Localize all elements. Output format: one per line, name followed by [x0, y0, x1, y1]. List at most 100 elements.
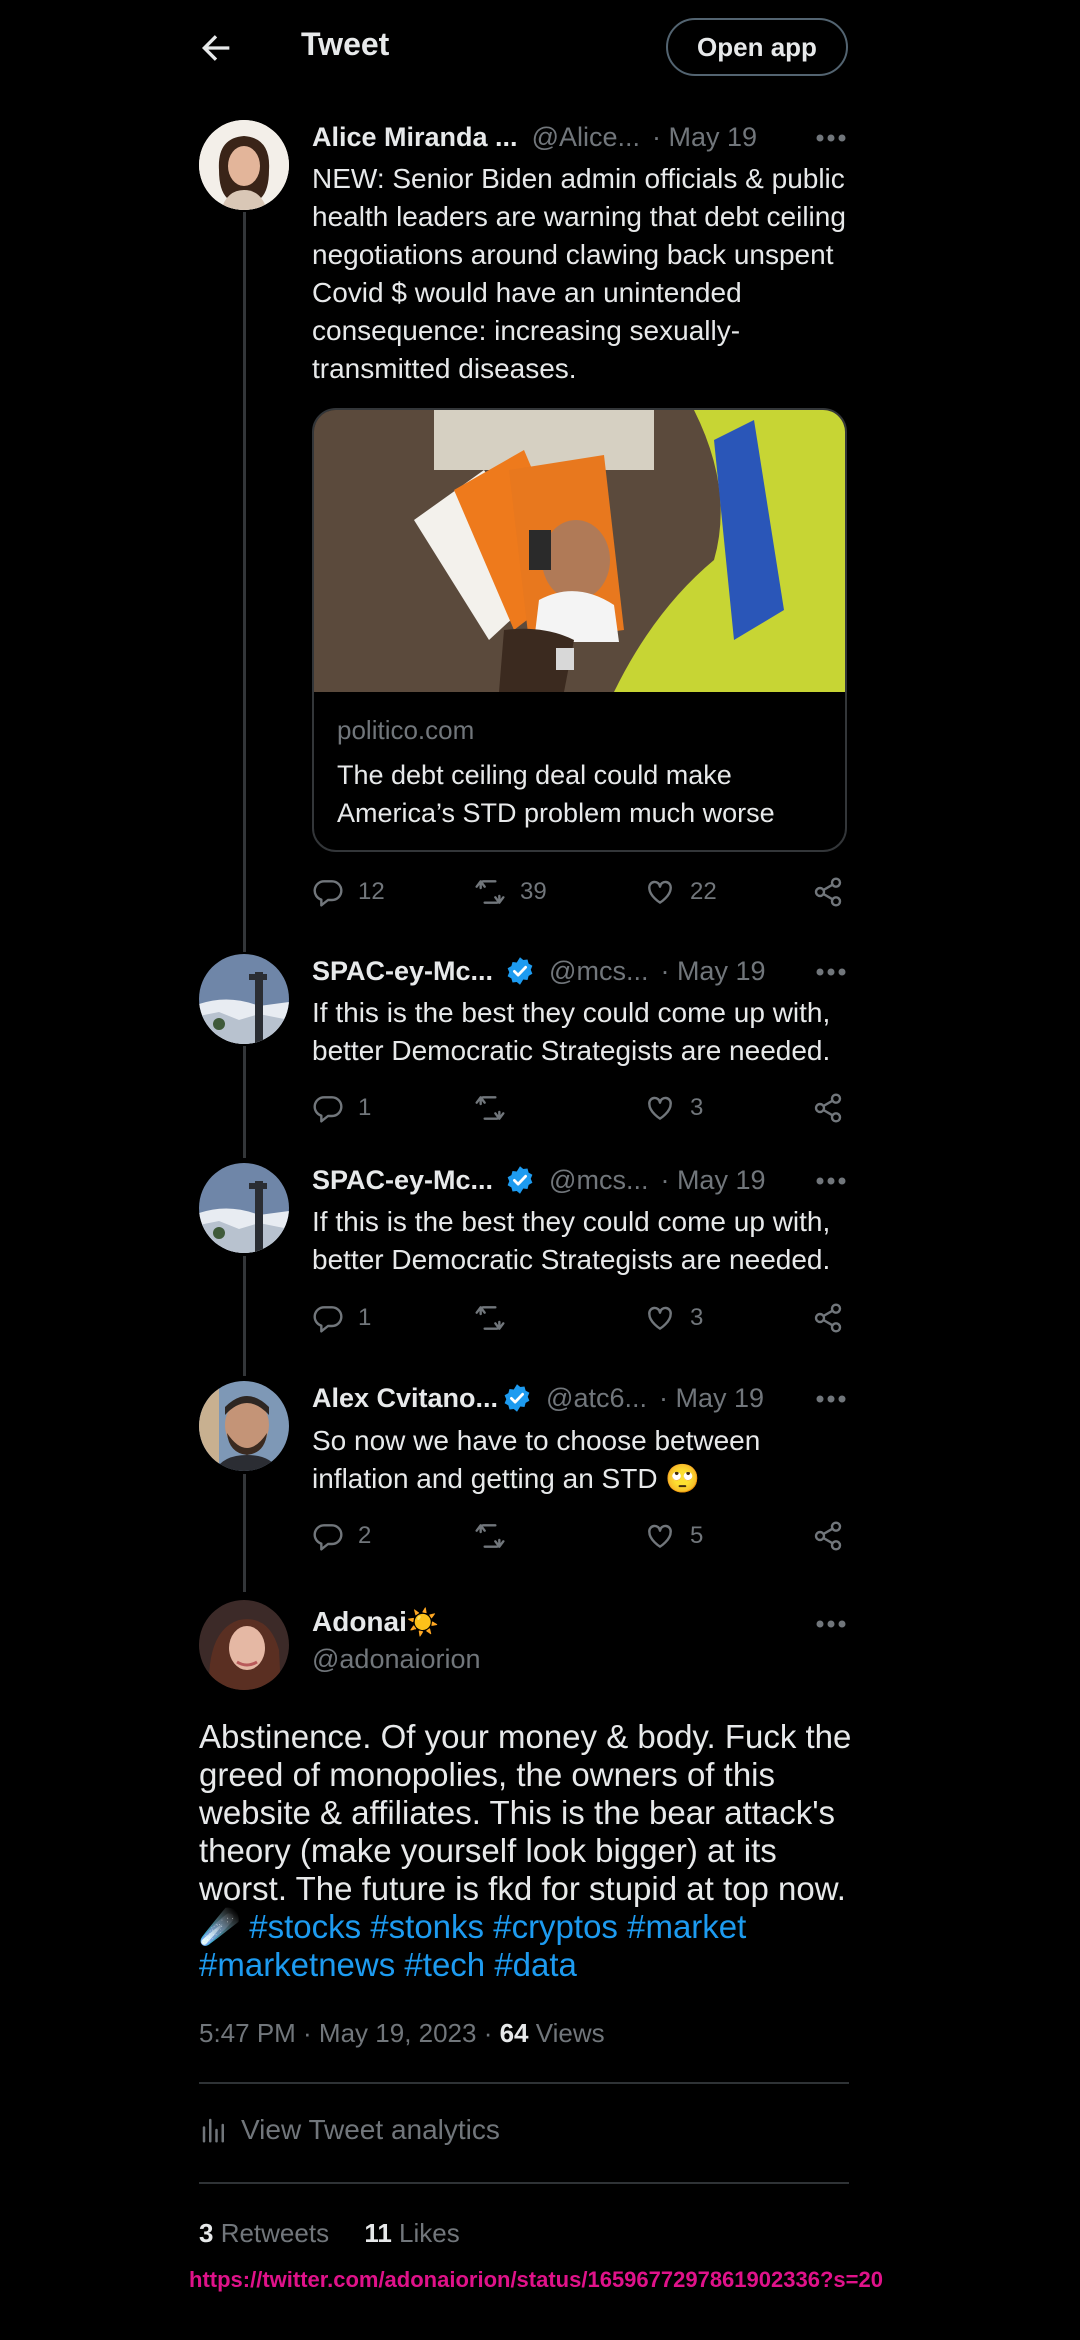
reply-count: 1 [358, 1304, 372, 1331]
reply-button[interactable]: 1 [312, 1092, 371, 1124]
retweet-button[interactable] [474, 1520, 520, 1552]
like-button[interactable]: 5 [644, 1520, 703, 1552]
avatar[interactable] [199, 1600, 289, 1690]
author-name[interactable]: SPAC-ey-Mc... [312, 1165, 493, 1196]
views-label: Views [528, 2018, 605, 2048]
avatar[interactable] [199, 954, 289, 1044]
retweet-button[interactable]: 39 [474, 876, 547, 908]
reply-count: 1 [358, 1094, 372, 1121]
author-handle[interactable]: @adonaiorion [312, 1644, 481, 1675]
source-url[interactable]: https://twitter.com/adonaiorion/status/1… [189, 2266, 909, 2294]
share-button[interactable] [812, 1092, 858, 1124]
like-button[interactable]: 3 [644, 1092, 703, 1124]
author-name[interactable]: Alex Cvitano... [312, 1383, 498, 1414]
reply-count: 2 [358, 1522, 372, 1549]
heart-icon [648, 1524, 672, 1548]
reply-button[interactable]: 1 [312, 1302, 371, 1334]
avatar[interactable] [199, 1163, 289, 1253]
view-analytics-link[interactable]: View Tweet analytics [199, 2114, 500, 2146]
avatar[interactable] [199, 120, 289, 210]
retweets-stat[interactable]: 3 Retweets [199, 2218, 329, 2248]
tweet-header: Alice Miranda ... @Alice... · May 19 [312, 119, 757, 155]
thread-line [243, 1256, 246, 1376]
like-count: 3 [690, 1094, 704, 1121]
tweet-date[interactable]: · May 19 [660, 1165, 765, 1196]
likes-label: Likes [391, 2218, 460, 2248]
author-handle[interactable]: @mcs... [549, 1165, 648, 1196]
tweet-actions: 12 39 22 [312, 876, 852, 912]
like-count: 22 [690, 878, 717, 905]
likes-stat[interactable]: 11 Likes [364, 2218, 459, 2248]
tweet-actions: 1 3 [312, 1092, 852, 1128]
author-name-text: Adonai [312, 1606, 407, 1637]
author-name[interactable]: Alice Miranda ... [312, 122, 518, 153]
tweet-actions: 1 3 [312, 1302, 852, 1338]
more-icon[interactable] [815, 133, 847, 143]
like-button[interactable]: 22 [644, 876, 717, 908]
more-icon[interactable] [815, 1619, 847, 1629]
article-image [314, 410, 845, 692]
retweet-icon [475, 1524, 505, 1548]
divider [199, 2182, 849, 2184]
share-icon [814, 877, 842, 907]
like-count: 5 [690, 1522, 704, 1549]
avatar[interactable] [199, 1381, 289, 1471]
tweet-actions: 2 5 [312, 1520, 852, 1556]
more-icon[interactable] [815, 1394, 847, 1404]
tweet-text: If this is the best they could come up w… [312, 1206, 831, 1275]
more-icon[interactable] [815, 1176, 847, 1186]
link-card[interactable]: politico.com The debt ceiling deal could… [312, 408, 847, 852]
tweet-timestamp[interactable]: 5:47 PM · May 19, 2023 · [199, 2018, 500, 2048]
retweet-icon [475, 1306, 505, 1330]
verified-badge-icon [507, 957, 533, 985]
reply-icon [313, 1524, 343, 1551]
tweet-date[interactable]: · May 19 [652, 122, 757, 153]
thread-line [243, 1474, 246, 1592]
retweet-button[interactable] [474, 1092, 520, 1124]
verified-badge-icon [504, 1384, 530, 1412]
share-icon [814, 1521, 842, 1551]
share-button[interactable] [812, 876, 858, 908]
like-button[interactable]: 3 [644, 1302, 703, 1334]
back-button[interactable] [196, 28, 236, 68]
retweet-icon [475, 880, 505, 904]
tweet-header: SPAC-ey-Mc... @mcs... · May 19 [312, 953, 766, 989]
author-handle[interactable]: @Alice... [532, 122, 640, 153]
tweet-meta: 5:47 PM · May 19, 2023 · 64 Views [199, 2018, 605, 2049]
hashtag-link[interactable]: #tech [404, 1946, 485, 1983]
reply-button[interactable]: 2 [312, 1520, 371, 1552]
hashtag-link[interactable]: #cryptos [493, 1908, 618, 1945]
main-tweet-text: Abstinence. Of your money & body. Fuck t… [199, 1718, 859, 1984]
arrow-left-icon [202, 35, 230, 61]
hashtag-link[interactable]: #market [627, 1908, 746, 1945]
tweet-date[interactable]: · May 19 [659, 1383, 764, 1414]
heart-icon [648, 1096, 672, 1120]
tweet-header: Alex Cvitano... @atc6... · May 19 [312, 1380, 764, 1416]
sun-emoji: ☀️ [406, 1606, 440, 1637]
reply-count: 12 [358, 878, 385, 905]
share-button[interactable] [812, 1302, 858, 1334]
hashtag-link[interactable]: #stonks [370, 1908, 484, 1945]
hashtag-link[interactable]: #data [494, 1946, 577, 1983]
retweets-count: 3 [199, 2218, 214, 2248]
heart-icon [648, 880, 672, 904]
share-icon [814, 1303, 842, 1333]
page-title: Tweet [301, 26, 390, 62]
hashtag-link[interactable]: #marketnews [199, 1946, 395, 1983]
author-handle[interactable]: @mcs... [549, 956, 648, 987]
hashtag-link[interactable]: #stocks [249, 1908, 361, 1945]
reply-button[interactable]: 12 [312, 876, 385, 908]
main-tweet-body: Abstinence. Of your money & body. Fuck t… [199, 1718, 852, 1907]
divider [199, 2082, 849, 2084]
more-icon[interactable] [815, 967, 847, 977]
author-name[interactable]: Adonai ☀️ [312, 1606, 439, 1638]
author-handle[interactable]: @atc6... [546, 1383, 647, 1414]
tweet-text: So now we have to choose between inflati… [312, 1425, 761, 1494]
open-app-button[interactable]: Open app [666, 18, 848, 76]
retweet-button[interactable] [474, 1302, 520, 1334]
tweet-date[interactable]: · May 19 [660, 956, 765, 987]
engagement-stats: 3 Retweets 11 Likes [199, 2218, 460, 2249]
share-button[interactable] [812, 1520, 858, 1552]
tweet-header: SPAC-ey-Mc... @mcs... · May 19 [312, 1162, 766, 1198]
author-name[interactable]: SPAC-ey-Mc... [312, 956, 493, 987]
